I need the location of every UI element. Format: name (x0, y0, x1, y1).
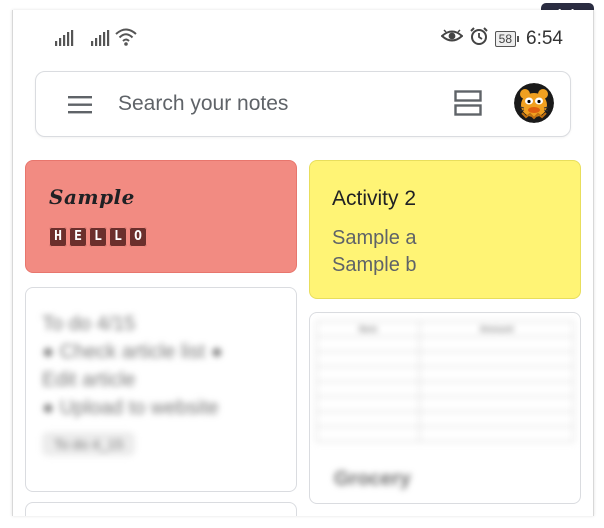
status-time: 6:54 (526, 27, 563, 49)
signal-icon (89, 30, 111, 51)
search-bar[interactable] (35, 71, 571, 137)
hello-letters: H E L L O (49, 227, 147, 247)
status-icons: 58 6:54 (440, 26, 563, 51)
note-body: To do 4/15 ● Check article list ● Edit a… (42, 310, 282, 456)
hello-letter: O (129, 227, 147, 247)
note-line: ● Check article list ● (42, 341, 223, 363)
eye-icon (440, 28, 464, 49)
table-header: Amount (419, 321, 574, 337)
note-line: Sample a (332, 227, 417, 249)
label-chip: To do 4_15 (42, 432, 136, 456)
note-card-activity-2[interactable]: Activity 2 Sample a Sample b (309, 160, 581, 299)
status-bar: 58 6:54 (13, 10, 593, 60)
note-line: Sample b (332, 254, 417, 276)
hello-letter: E (69, 227, 87, 247)
search-input[interactable] (118, 90, 418, 118)
note-line: Edit article (42, 369, 136, 391)
note-card-sample[interactable]: Sample H E L L O (25, 160, 297, 273)
note-card-todo[interactable]: To do 4/15 ● Check article list ● Edit a… (25, 287, 297, 492)
hamburger-menu-icon[interactable] (68, 96, 92, 119)
note-title: Sample (49, 185, 135, 209)
wifi-icon (114, 27, 138, 52)
signal-icon (53, 30, 75, 51)
hello-letter: L (89, 227, 107, 247)
battery-icon: 58 (494, 30, 520, 47)
table-header: Item (315, 321, 421, 337)
note-card-partial[interactable] (25, 502, 297, 516)
hello-letter: L (109, 227, 127, 247)
alarm-icon (469, 26, 489, 51)
note-card-grocery[interactable]: Item Amount Grocery (309, 312, 581, 504)
note-title: Grocery (334, 468, 411, 490)
avatar[interactable] (514, 83, 554, 123)
phone-screen: 58 6:54 Search your notes Sample H E L L… (12, 10, 594, 516)
note-line: ● Upload to website (42, 397, 219, 419)
list-view-toggle-icon[interactable] (454, 90, 482, 121)
note-table-image: Item Amount Grocery (315, 321, 574, 491)
note-title: Activity 2 (332, 187, 417, 210)
hello-letter: H (49, 227, 67, 247)
note-line: To do 4/15 (42, 313, 136, 335)
